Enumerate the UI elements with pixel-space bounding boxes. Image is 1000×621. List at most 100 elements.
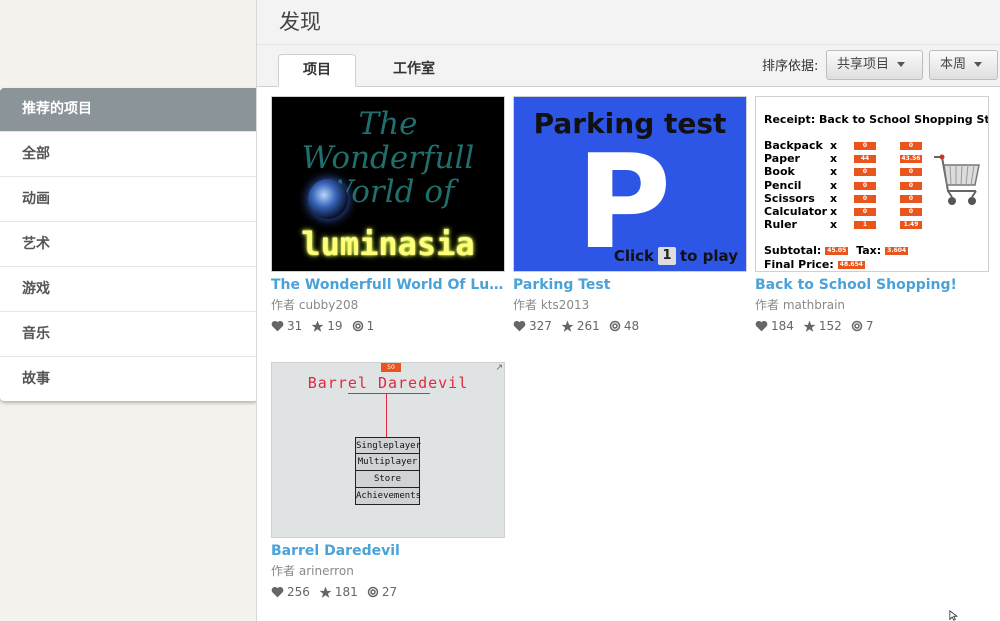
author-link[interactable]: arinerron [299,564,354,578]
sidebar-item-music[interactable]: 音乐 [0,311,258,356]
remix-icon [609,320,621,332]
remix-count: 27 [381,585,398,599]
receipt-row: Calculator x 0 0 [764,205,946,218]
caret-down-icon [974,62,983,67]
project-card: The Wonderfull World of luminasia The Wo… [271,96,505,333]
key-badge: 1 [657,247,676,265]
project-card: Receipt: Back to School Shopping Store B… [755,96,989,333]
heart-icon [271,320,284,332]
caret-down-icon [897,62,906,67]
receipt-qty: 1 [854,221,876,230]
project-title-link[interactable]: Barrel Daredevil [271,543,505,559]
sort-period-dropdown[interactable]: 本周 [929,50,998,80]
star-icon [319,586,332,598]
final-label: Final Price: [764,258,834,271]
receipt-heading: Receipt: Back to School Shopping Store [764,113,989,126]
project-title-link[interactable]: Back to School Shopping! [755,277,989,293]
receipt-item-name: Calculator [764,205,828,218]
receipt-times-sign: x [830,218,838,232]
game-menu-item: Multiplayer [355,454,420,471]
favorite-count: 19 [327,319,343,333]
author-link[interactable]: cubby208 [299,298,358,312]
love-count: 256 [287,585,310,599]
receipt-final-line: Final Price: 48.654 [764,258,869,271]
project-title-link[interactable]: The Wonderfull World Of Luminasia [271,277,505,293]
love-stat: 184 [755,319,794,333]
favorite-count: 181 [334,585,358,599]
author-link[interactable]: mathbrain [783,298,845,312]
love-count: 327 [529,319,552,333]
remix-count: 7 [865,319,874,333]
game-menu-item: Achievements [355,488,421,505]
receipt-price: 0 [900,194,922,203]
tax-value: 3.604 [885,247,909,255]
tab-projects[interactable]: 项目 [278,54,356,87]
author-prefix: 作者 [271,298,296,312]
to-play-text: to play [679,247,738,265]
explore-panel: 发现 项目 工作室 排序依据: 共享项目 本周 The Wonderfull W… [256,0,1000,621]
sidebar-item-games[interactable]: 游戏 [0,266,258,311]
receipt-row: Scissors x 0 0 [764,192,946,205]
connector-line [386,393,387,438]
sort-period-value: 本周 [940,57,967,72]
love-count: 184 [771,319,794,333]
remix-stat: 7 [851,319,874,333]
receipt-price: 0 [900,181,922,190]
remix-count: 1 [366,319,375,333]
receipt-qty: 0 [854,168,876,177]
love-stat: 31 [271,319,302,333]
project-stats: 184 152 7 [755,319,989,333]
remix-stat: 1 [352,319,375,333]
sidebar-item-all[interactable]: 全部 [0,131,258,176]
tab-studios[interactable]: 工作室 [369,54,459,87]
sort-type-dropdown[interactable]: 共享项目 [826,50,923,80]
remix-icon [367,586,379,598]
author-link[interactable]: kts2013 [541,298,589,312]
receipt-qty: 0 [854,142,876,150]
remix-count: 48 [623,319,640,333]
receipt-qty: 0 [854,194,876,203]
thumbnail-heading: Barrel Daredevil [307,374,469,392]
receipt-qty: 0 [854,181,876,190]
receipt-item-name: Scissors [764,191,815,205]
project-thumbnail[interactable]: 50 ↗ Barrel Daredevil Singleplayer Multi… [271,362,505,538]
shopping-cart-icon [934,154,980,205]
project-thumbnail[interactable]: Receipt: Back to School Shopping Store B… [755,96,989,272]
receipt-row: Backpack x 0 0 [764,139,946,152]
heart-icon [755,320,768,332]
globe-image [308,179,348,219]
project-card: Parking test P Click 1 to play Parking T… [513,96,747,333]
sidebar-item-stories[interactable]: 故事 [0,356,258,401]
receipt-subtotal-line: Subtotal: 45.05 Tax: 3.604 [764,244,912,257]
game-menu-item: Singleplayer [355,437,421,454]
receipt-price: 43.56 [900,155,922,164]
score-badge: 50 [381,363,401,372]
star-icon [311,320,324,332]
subtotal-label: Subtotal: [764,244,822,257]
favorite-count: 152 [818,319,842,333]
receipt-price: 0 [900,208,922,216]
receipt-row: Ruler x 1 1.49 [764,218,946,231]
love-count: 31 [287,319,303,333]
receipt-times-sign: x [830,191,838,205]
project-title-link[interactable]: Parking Test [513,277,747,293]
tab-bar: 项目 工作室 排序依据: 共享项目 本周 [257,45,1000,87]
author-prefix: 作者 [513,298,538,312]
sidebar-item-animation[interactable]: 动画 [0,176,258,221]
click-text: Click [613,247,654,265]
project-thumbnail[interactable]: Parking test P Click 1 to play [513,96,747,272]
receipt-row: Book x 0 0 [764,165,946,178]
sidebar-item-featured[interactable]: 推荐的项目 [0,88,258,131]
page-header: 发现 [257,0,1000,45]
receipt-price: 1.49 [900,221,922,230]
mouse-cursor-icon [949,610,958,621]
receipt-qty: 0 [854,208,876,216]
project-thumbnail[interactable]: The Wonderfull World of luminasia [271,96,505,272]
receipt-item-name: Backpack [764,139,823,152]
project-stats: 256 181 27 [271,585,505,599]
receipt-item-name: Book [764,165,795,179]
receipt-times-sign: x [830,178,838,192]
receipt-price: 0 [900,168,922,177]
sidebar-item-art[interactable]: 艺术 [0,221,258,266]
tax-label: Tax: [856,244,882,257]
